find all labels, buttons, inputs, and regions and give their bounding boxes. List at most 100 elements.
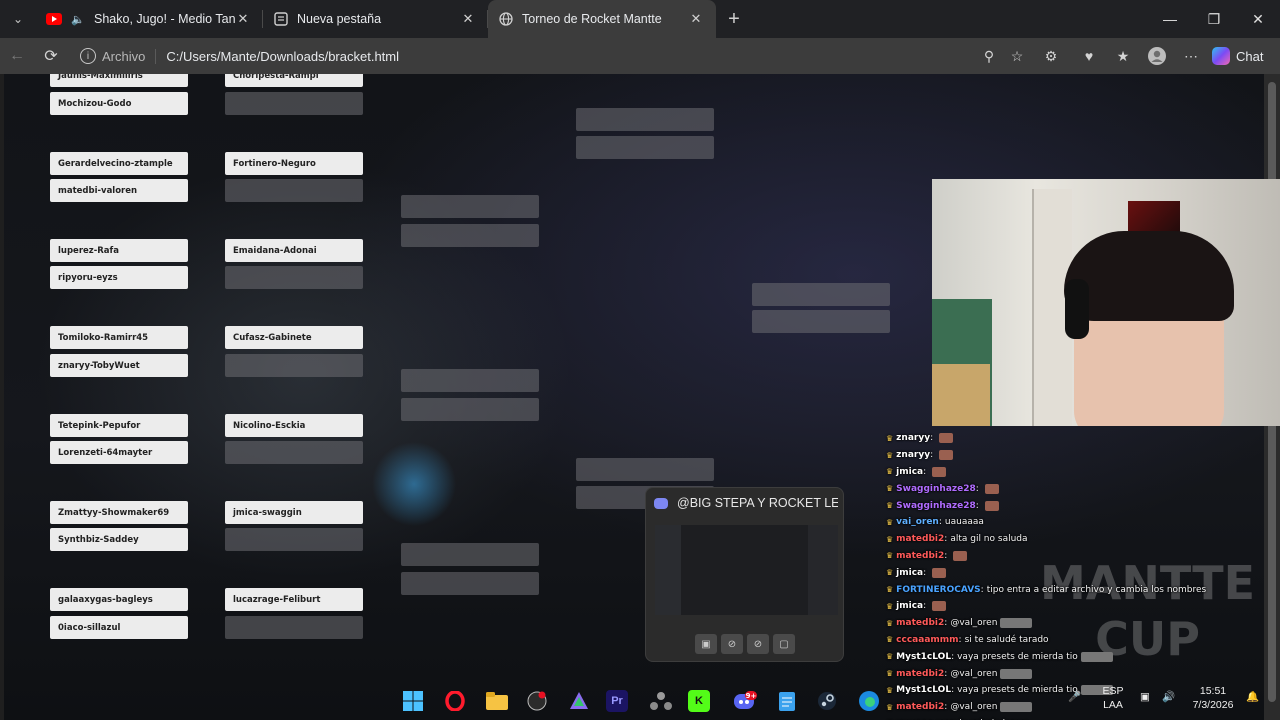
chat-username[interactable]: cccaaammm [896, 635, 958, 645]
profile-avatar-icon[interactable] [1142, 38, 1172, 74]
chat-label: Chat [1236, 48, 1264, 64]
chat-message: ♛ matedbi2: @val_oren [886, 615, 1226, 632]
bracket-slot: jmica-swaggin [225, 501, 363, 524]
chat-username[interactable]: matedbi2 [896, 618, 944, 628]
extensions-icon[interactable]: ⚙ [1036, 38, 1066, 74]
camera-icon[interactable]: ▣ [695, 634, 717, 654]
keyboard-layout: LAA [1103, 699, 1123, 711]
tab-youtube[interactable]: 🔈 Shako, Jugo! - Medio Tana (Vi ✕ [36, 0, 263, 38]
close-window-icon[interactable]: ✕ [1236, 0, 1280, 38]
bracket-slot: Gerardelvecino-ztample [50, 152, 188, 175]
chat-text: alta gil no saluda [950, 534, 1028, 545]
bracket-slot: matedbi-valoren [50, 179, 188, 202]
chat-separator: : [923, 567, 927, 578]
preview-screenshot[interactable] [655, 525, 838, 615]
speaker-icon[interactable]: 🔈 [70, 11, 86, 27]
browser-essentials-icon[interactable]: ♥ [1074, 38, 1104, 74]
chat-message: ♛ znaryy: [886, 447, 1226, 464]
screen-share-icon[interactable]: ▢ [773, 634, 795, 654]
chat-message: ♛ jmica: [886, 464, 1226, 481]
bracket-slot: Cufasz-Gabinete [225, 326, 363, 349]
favorites-icon[interactable]: ★ [1108, 38, 1138, 74]
bracket-slot [401, 195, 539, 218]
streamer-hair [1064, 231, 1234, 321]
bracket-slot: Lorenzeti-64mayter [50, 441, 188, 464]
tab-close-icon[interactable]: ✕ [235, 11, 251, 27]
mute-mic-icon[interactable]: ⊘ [721, 634, 743, 654]
language-indicator[interactable]: ESP LAA [1100, 684, 1126, 712]
chat-username[interactable]: matedbi2 [896, 534, 944, 544]
discord-taskbar-icon[interactable]: 9+ [730, 686, 760, 716]
chat-username[interactable]: FORTINEROCAVS [896, 585, 980, 595]
crown-badge-icon: ♛ [886, 501, 894, 511]
bracket-slot: luperez-Rafa [50, 239, 188, 262]
chat-text: vaya presets de mierda tio [957, 651, 1078, 662]
network-icon[interactable]: ▣ [1140, 690, 1150, 704]
tab-close-icon[interactable]: ✕ [688, 11, 704, 27]
site-info-icon[interactable]: i [80, 48, 96, 64]
chat-username[interactable]: jmica [896, 601, 923, 611]
crown-badge-icon: ♛ [886, 484, 894, 494]
edge-icon[interactable] [854, 686, 884, 716]
tab-new-tab[interactable]: Nueva pestaña ✕ [263, 0, 488, 38]
chat-username[interactable]: Swagginhaze28 [896, 501, 976, 511]
volume-icon[interactable]: 🔊 [1162, 690, 1175, 704]
steam-icon[interactable] [812, 686, 842, 716]
notification-badge: 9+ [746, 692, 757, 700]
chat-username[interactable]: jmica [896, 568, 923, 578]
chat-username[interactable]: jmica [896, 467, 923, 477]
app-triangle-icon[interactable] [564, 686, 594, 716]
chat-separator: : [975, 483, 979, 494]
zoom-icon[interactable]: ⚲ [974, 38, 1004, 74]
new-tab-button[interactable]: + [716, 0, 752, 38]
chat-username[interactable]: Swagginhaze28 [896, 484, 976, 494]
tab-close-icon[interactable]: ✕ [460, 11, 476, 27]
deafen-icon[interactable]: ⊘ [747, 634, 769, 654]
file-explorer-icon[interactable] [482, 686, 512, 716]
more-options-icon[interactable]: ⋯ [1176, 38, 1206, 74]
tab-torneo[interactable]: Torneo de Rocket Mantte ✕ [488, 0, 716, 38]
minimize-icon[interactable]: — [1148, 0, 1192, 38]
chat-username[interactable]: Myst1cLOL [896, 652, 951, 662]
tab-title: Nueva pestaña [297, 12, 382, 26]
copilot-icon [1212, 47, 1230, 65]
bracket-slot: Nicolino-Esckia [225, 414, 363, 437]
favorite-star-icon[interactable]: ☆ [1002, 38, 1032, 74]
discord-window-preview[interactable]: @BIG STEPA Y ROCKET LE... ▣ ⊘ ⊘ ▢ [645, 487, 844, 662]
chat-username[interactable]: znaryy [896, 433, 930, 443]
opera-icon[interactable] [440, 686, 470, 716]
clock[interactable]: 15:51 7/3/2026 [1184, 684, 1242, 712]
chat-separator: : [930, 433, 934, 444]
maximize-icon[interactable]: ❐ [1192, 0, 1236, 38]
bracket-slot: lucazrage-Feliburt [225, 588, 363, 611]
chat-username[interactable]: znaryy [896, 450, 930, 460]
chat-username[interactable]: matedbi2 [896, 551, 944, 561]
reload-icon[interactable]: ⟳ [34, 38, 68, 74]
network-app-icon[interactable] [646, 686, 676, 716]
microphone-icon[interactable]: 🎤 [1068, 690, 1081, 704]
chat-username[interactable]: matedbi2 [896, 669, 944, 679]
chat-text: @val_oren [950, 668, 998, 679]
chat-separator: : [923, 466, 927, 477]
tab-search-chevron-icon[interactable]: ⌄ [0, 0, 36, 38]
copilot-chat-button[interactable]: Chat [1212, 45, 1263, 67]
bracket-slot [576, 136, 714, 159]
obs-recording-icon[interactable] [522, 686, 552, 716]
chat-username[interactable]: vai_oren [896, 517, 939, 527]
crown-badge-icon: ♛ [886, 433, 894, 443]
address-scheme: Archivo [102, 48, 157, 64]
chat-separator: : [938, 517, 942, 528]
crown-badge-icon: ♛ [886, 568, 894, 578]
bracket-slot [752, 310, 890, 333]
crown-badge-icon: ♛ [886, 652, 894, 662]
back-icon[interactable]: ← [0, 38, 34, 74]
premiere-pro-icon[interactable]: Pr [606, 690, 628, 712]
kick-icon[interactable]: K [688, 690, 710, 712]
bracket-slot: Emaidana-Adonai [225, 239, 363, 262]
address-url[interactable]: C:/Users/Mante/Downloads/bracket.html [166, 49, 399, 64]
chat-message: ♛ FORTINEROCAVS: tipo entra a editar archi… [886, 581, 1226, 598]
windows-start-icon[interactable] [398, 686, 428, 716]
address-bar[interactable]: i Archivo C:/Users/Mante/Downloads/brack… [70, 42, 1030, 70]
notifications-icon[interactable]: 🔔 [1246, 690, 1259, 704]
notepad-icon[interactable] [772, 686, 802, 716]
